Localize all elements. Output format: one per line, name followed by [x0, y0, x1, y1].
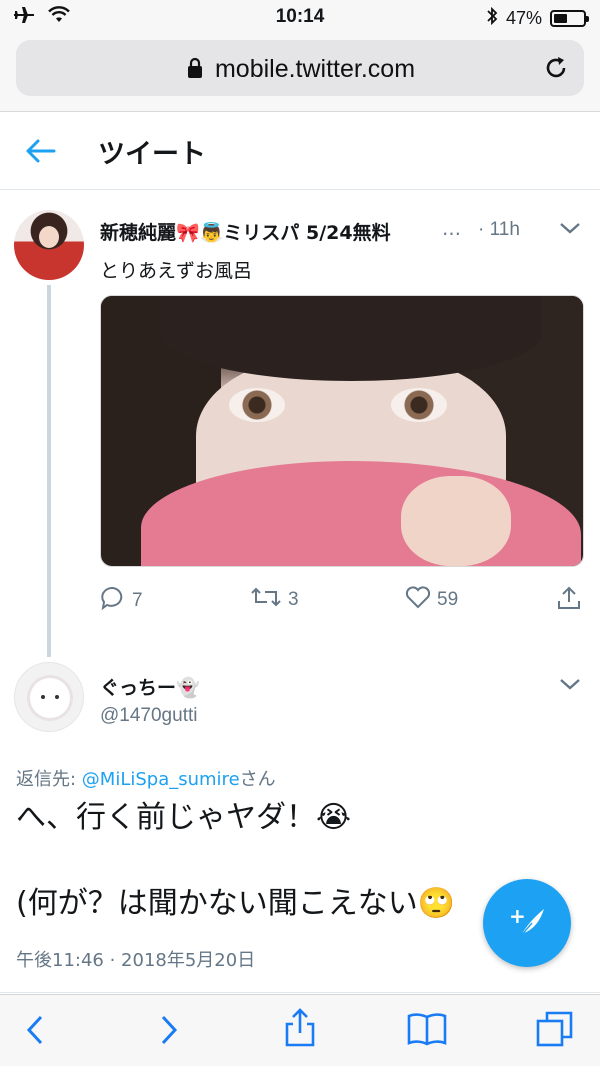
- battery-icon: [550, 10, 589, 27]
- retweet-icon: [250, 585, 282, 615]
- browser-forward-icon[interactable]: [158, 1013, 180, 1051]
- status-right: 47%: [486, 6, 589, 31]
- browser-address-area: mobile.twitter.com: [0, 34, 600, 112]
- reload-icon[interactable]: [542, 54, 570, 86]
- feather-icon: [516, 907, 546, 943]
- browser-share-icon[interactable]: [283, 1007, 317, 1053]
- address-bar[interactable]: mobile.twitter.com: [16, 40, 584, 96]
- eyeroll-emoji: 🙄: [417, 886, 456, 921]
- ribbon-emoji: 🎀: [176, 222, 200, 244]
- tabs-icon[interactable]: [535, 1009, 575, 1053]
- thread-connector: [47, 285, 51, 657]
- avatar[interactable]: [14, 662, 84, 732]
- back-arrow-icon[interactable]: [24, 136, 56, 170]
- ghost-emoji: 👻: [176, 677, 200, 699]
- tweet-text-line: へ、行く前じゃヤダ！😭: [16, 800, 352, 835]
- status-bar: 10:14 47%: [0, 0, 600, 34]
- divider: [0, 992, 600, 993]
- share-button[interactable]: [556, 585, 582, 617]
- like-count: 59: [437, 589, 459, 610]
- crying-emoji: 😭: [316, 800, 352, 835]
- tweet-timestamp: 午後11:46 · 2018年5月20日: [16, 950, 256, 971]
- page-title: ツイート: [98, 139, 206, 170]
- tweet-author-name[interactable]: ぐっちー👻: [100, 673, 200, 700]
- share-icon: [556, 585, 582, 617]
- mention-link[interactable]: @MiLiSpa_sumire: [82, 769, 240, 790]
- address-url[interactable]: mobile.twitter.com: [16, 55, 584, 84]
- like-button[interactable]: 59: [405, 585, 458, 615]
- tweet-photo[interactable]: [100, 295, 584, 567]
- tweet-text: とりあえずお風呂: [100, 260, 253, 282]
- tweet-text-line: (何が？は聞かない聞こえない🙄: [16, 886, 456, 921]
- bluetooth-icon: [486, 6, 498, 31]
- tweet-author-name[interactable]: 新穂純麗🎀👼ミリスパ 5/24無料: [100, 218, 391, 245]
- chevron-down-icon[interactable]: [558, 220, 582, 240]
- battery-percent: 47%: [505, 8, 542, 28]
- tweet-time[interactable]: · 11h: [478, 219, 520, 241]
- browser-back-icon[interactable]: [24, 1013, 46, 1051]
- page-header: ツイート: [0, 112, 600, 190]
- bookmarks-icon[interactable]: [406, 1011, 448, 1051]
- chevron-down-icon[interactable]: [558, 676, 582, 696]
- tweet-author-handle[interactable]: @1470gutti: [100, 705, 197, 727]
- compose-tweet-button[interactable]: +: [483, 879, 571, 967]
- angel-emoji: 👼: [199, 222, 224, 244]
- avatar[interactable]: [14, 210, 84, 280]
- reply-count: 7: [132, 590, 143, 611]
- reply-icon: [100, 585, 126, 617]
- heart-icon: [405, 585, 431, 615]
- browser-toolbar: [0, 994, 600, 1066]
- reply-context: 返信先: @MiLiSpa_sumireさん: [16, 769, 276, 790]
- retweet-count: 3: [288, 589, 299, 610]
- tweet-actions: 7 3 59: [100, 585, 584, 615]
- name-ellipsis: …: [442, 218, 461, 240]
- reply-button[interactable]: 7: [100, 585, 143, 617]
- retweet-button[interactable]: 3: [250, 585, 299, 615]
